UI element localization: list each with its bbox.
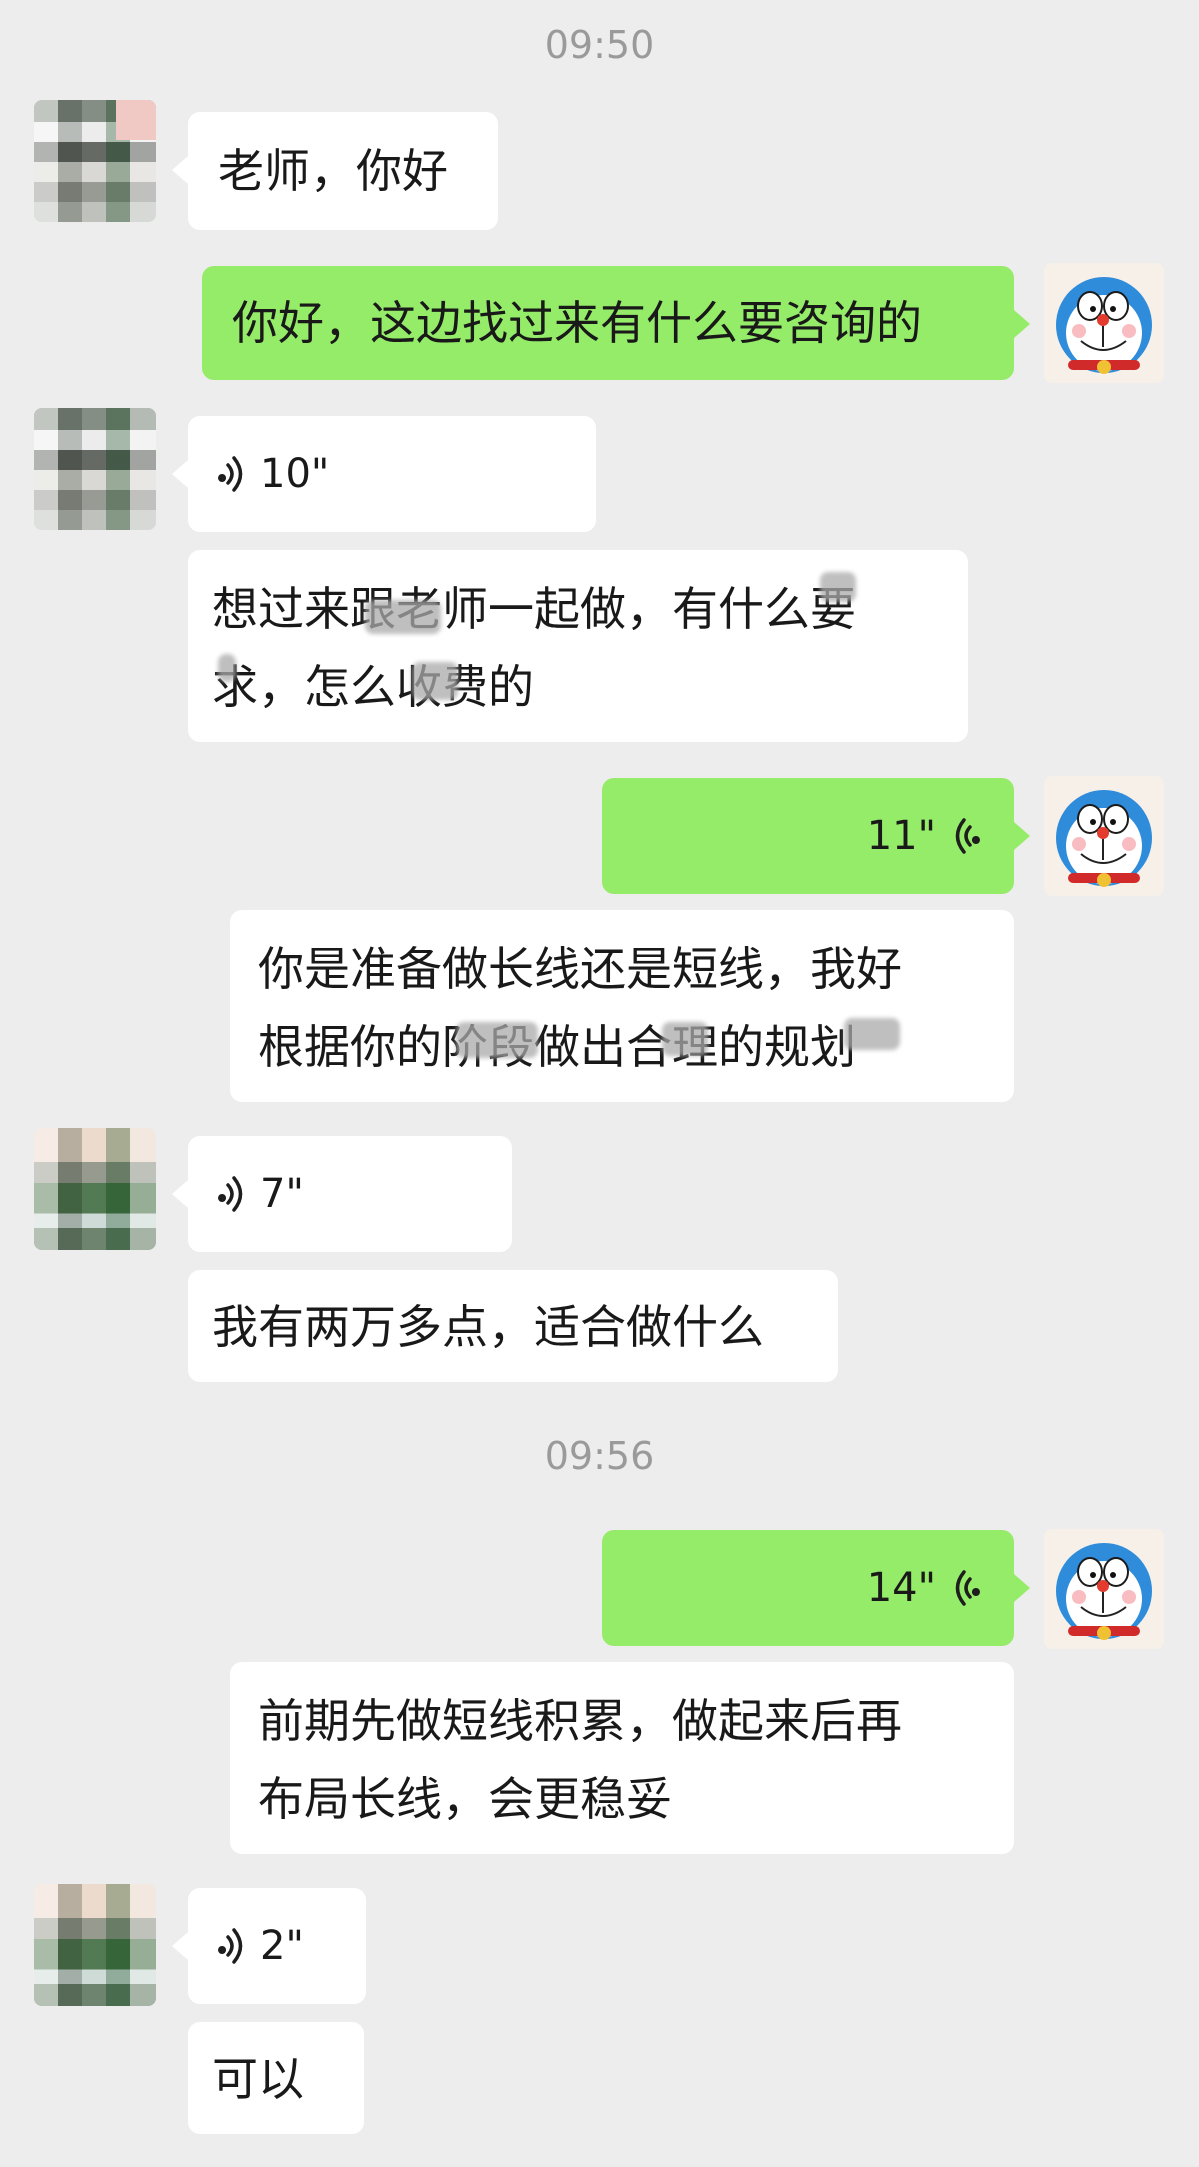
- voice-icon-incoming: [218, 1176, 243, 1212]
- voice-duration: 10": [260, 451, 330, 497]
- timestamp: 09:50: [544, 23, 655, 67]
- message-text-line: 求，怎么收费的: [212, 660, 534, 714]
- avatar[interactable]: [34, 408, 156, 530]
- timestamp: 09:56: [544, 1434, 655, 1478]
- voice-message-bubble[interactable]: 2": [172, 1888, 366, 2004]
- voice-message-bubble[interactable]: 11": [602, 778, 1030, 894]
- voice-icon-incoming: [218, 1928, 243, 1964]
- voice-duration: 2": [260, 1923, 304, 1969]
- message-bubble[interactable]: 可以: [188, 2022, 364, 2134]
- avatar-icon: [1044, 263, 1164, 383]
- message-text: 你好，这边找过来有什么要咨询的: [232, 296, 922, 350]
- redaction-blur: [218, 654, 236, 682]
- message-bubble[interactable]: 老师，你好: [172, 112, 498, 230]
- avatar-icon: [1044, 776, 1164, 896]
- message-text-line: 前期先做短线积累，做起来后再: [258, 1694, 902, 1748]
- voice-message-bubble[interactable]: 10": [172, 416, 596, 532]
- voice-icon-incoming: [218, 456, 243, 492]
- voice-message-bubble[interactable]: 7": [172, 1136, 512, 1252]
- message-bubble[interactable]: 我有两万多点，适合做什么: [188, 1270, 838, 1382]
- redaction-blur: [412, 662, 458, 700]
- avatar[interactable]: [1044, 776, 1164, 896]
- message-bubble[interactable]: 想过来跟老师一起做，有什么要 求，怎么收费的: [188, 550, 968, 742]
- voice-message-bubble[interactable]: 14": [602, 1530, 1030, 1646]
- avatar[interactable]: [1044, 263, 1164, 383]
- message-bubble[interactable]: 你是准备做长线还是短线，我好 根据你的阶段做出合理的规划: [230, 910, 1014, 1102]
- voice-duration: 14": [866, 1565, 936, 1611]
- voice-icon-outgoing: [955, 818, 980, 854]
- redaction-blur: [456, 1022, 538, 1058]
- message-bubble[interactable]: 你好，这边找过来有什么要咨询的: [202, 266, 1030, 380]
- redaction-blur: [365, 600, 441, 634]
- avatar[interactable]: [34, 1128, 156, 1250]
- avatar[interactable]: [1044, 1529, 1164, 1649]
- voice-duration: 11": [866, 813, 936, 859]
- message-text: 老师，你好: [218, 144, 448, 198]
- redaction-blur: [820, 572, 856, 602]
- message-text-line: 布局长线，会更稳妥: [258, 1772, 672, 1826]
- redaction-blur: [844, 1018, 900, 1050]
- voice-duration: 7": [260, 1171, 304, 1217]
- message-text-line: 你是准备做长线还是短线，我好: [258, 942, 902, 996]
- message-text: 可以: [212, 2052, 304, 2106]
- avatar[interactable]: [34, 1884, 156, 2006]
- message-bubble[interactable]: 前期先做短线积累，做起来后再 布局长线，会更稳妥: [230, 1662, 1014, 1854]
- message-text: 我有两万多点，适合做什么: [212, 1300, 764, 1354]
- avatar-icon: [1044, 1529, 1164, 1649]
- voice-icon-outgoing: [955, 1570, 980, 1606]
- redaction-blur: [662, 1022, 708, 1056]
- avatar[interactable]: [34, 100, 156, 222]
